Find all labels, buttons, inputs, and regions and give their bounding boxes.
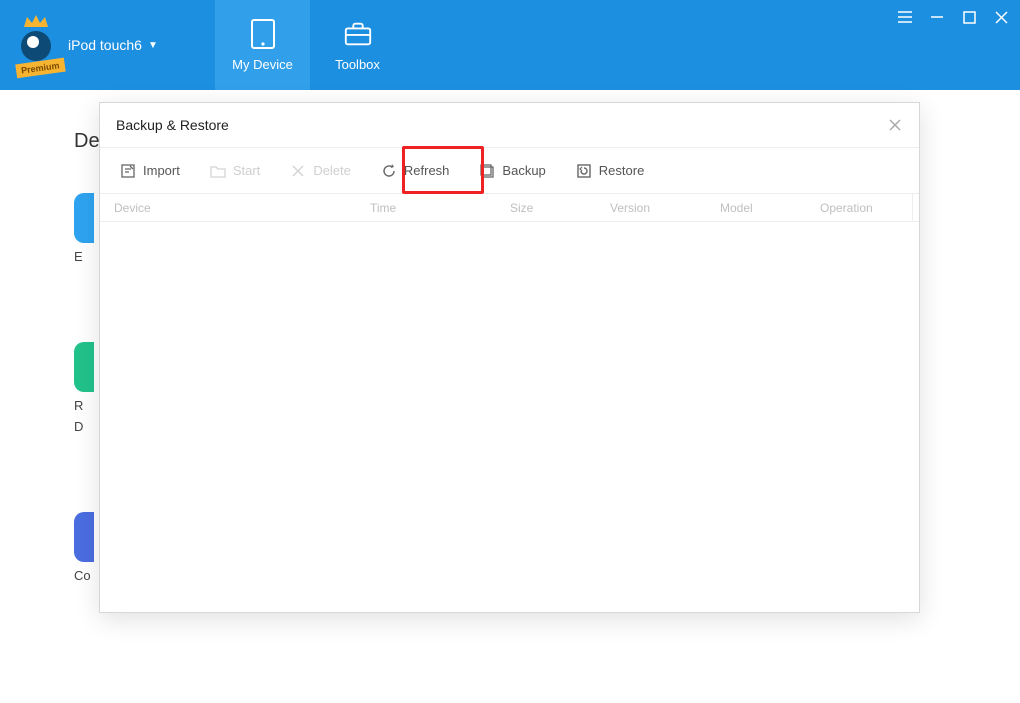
- maximize-icon[interactable]: [960, 8, 978, 26]
- column-divider: [912, 194, 913, 221]
- modal-header: Backup & Restore: [100, 103, 919, 147]
- tile-label-co: Co: [74, 568, 94, 583]
- tab-toolbox[interactable]: Toolbox: [310, 0, 405, 90]
- premium-badge: Premium: [15, 58, 65, 79]
- restore-button[interactable]: Restore: [570, 159, 651, 183]
- backup-label: Backup: [502, 163, 545, 178]
- start-button: Start: [204, 159, 266, 183]
- x-icon: [290, 163, 306, 179]
- delete-label: Delete: [313, 163, 351, 178]
- refresh-button[interactable]: Refresh: [375, 159, 456, 183]
- backup-icon: [479, 163, 495, 179]
- table-body: [100, 222, 919, 612]
- menu-icon[interactable]: [896, 8, 914, 26]
- folder-icon: [210, 163, 226, 179]
- backup-restore-modal: Backup & Restore Import Start Delete Ref…: [99, 102, 920, 613]
- tile-label-r: R: [74, 398, 94, 413]
- tablet-icon: [248, 19, 278, 49]
- col-model[interactable]: Model: [706, 201, 806, 215]
- crown-icon: [22, 13, 50, 31]
- logo-device-selector[interactable]: Premium iPod touch6 ▼: [0, 0, 215, 90]
- eye-icon: [21, 31, 51, 61]
- minimize-icon[interactable]: [928, 8, 946, 26]
- tile-green[interactable]: [74, 342, 94, 392]
- chevron-down-icon: ▼: [148, 40, 158, 51]
- window-controls: [896, 8, 1010, 26]
- close-icon[interactable]: [992, 8, 1010, 26]
- nav-tabs: My Device Toolbox: [215, 0, 405, 90]
- start-label: Start: [233, 163, 260, 178]
- app-header: Premium iPod touch6 ▼ My Device Toolbox: [0, 0, 1020, 90]
- delete-button: Delete: [284, 159, 357, 183]
- backup-button[interactable]: Backup: [473, 159, 551, 183]
- tab-label: Toolbox: [335, 57, 380, 72]
- device-name-label: iPod touch6: [68, 37, 142, 53]
- col-size[interactable]: Size: [496, 201, 596, 215]
- restore-label: Restore: [599, 163, 645, 178]
- tile-blue[interactable]: [74, 193, 94, 243]
- import-label: Import: [143, 163, 180, 178]
- restore-icon: [576, 163, 592, 179]
- col-operation[interactable]: Operation: [806, 201, 906, 215]
- tab-label: My Device: [232, 57, 293, 72]
- tile-indigo[interactable]: [74, 512, 94, 562]
- toolbox-icon: [343, 19, 373, 49]
- col-time[interactable]: Time: [356, 201, 496, 215]
- refresh-label: Refresh: [404, 163, 450, 178]
- refresh-icon: [381, 163, 397, 179]
- device-dropdown[interactable]: iPod touch6 ▼: [68, 37, 158, 53]
- tile-label-e: E: [74, 249, 94, 264]
- col-version[interactable]: Version: [596, 201, 706, 215]
- import-button[interactable]: Import: [114, 159, 186, 183]
- tile-label-d: D: [74, 419, 94, 434]
- table-header: Device Time Size Version Model Operation: [100, 194, 919, 222]
- close-icon[interactable]: [887, 117, 903, 133]
- col-device[interactable]: Device: [100, 201, 356, 215]
- modal-title: Backup & Restore: [116, 117, 229, 133]
- app-logo: Premium: [14, 15, 58, 75]
- import-icon: [120, 163, 136, 179]
- tab-my-device[interactable]: My Device: [215, 0, 310, 90]
- modal-toolbar: Import Start Delete Refresh Backup Resto…: [100, 148, 919, 194]
